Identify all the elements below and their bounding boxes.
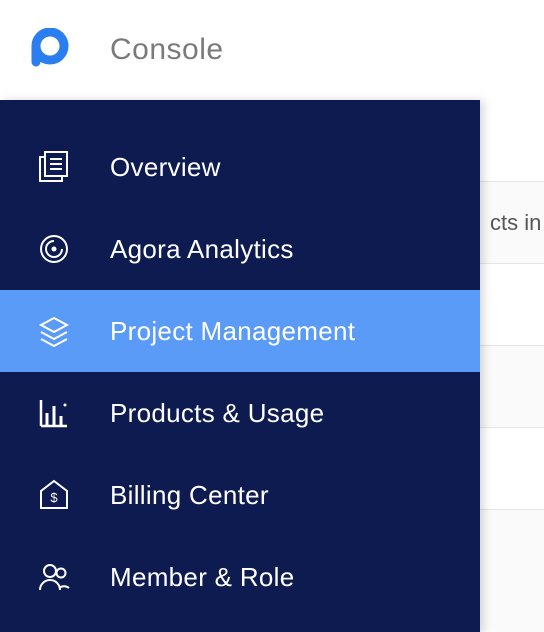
agora-logo-icon	[28, 28, 72, 72]
sidebar-item-project[interactable]: Project Management	[0, 290, 480, 372]
sidebar-item-billing[interactable]: $ Billing Center	[0, 454, 480, 536]
content-row: cts in	[480, 182, 544, 264]
content-row	[480, 100, 544, 182]
users-icon	[36, 559, 72, 595]
sidebar-item-label: Billing Center	[110, 480, 269, 511]
header: Console	[0, 0, 544, 100]
analytics-icon	[36, 231, 72, 267]
svg-text:$: $	[50, 490, 58, 505]
billing-icon: $	[36, 477, 72, 513]
header-title: Console	[110, 33, 224, 67]
sidebar-item-overview[interactable]: Overview	[0, 126, 480, 208]
logo	[28, 28, 72, 72]
layers-icon	[36, 313, 72, 349]
sidebar-item-label: Member & Role	[110, 562, 295, 593]
sidebar-item-analytics[interactable]: Agora Analytics	[0, 208, 480, 290]
sidebar-item-label: Agora Analytics	[110, 234, 294, 265]
overview-icon	[36, 149, 72, 185]
content-peek: cts in	[480, 100, 544, 632]
content-row	[480, 264, 544, 346]
chart-icon	[36, 395, 72, 431]
sidebar-item-member[interactable]: Member & Role	[0, 536, 480, 618]
sidebar: Overview Agora Analytics Project Managem…	[0, 100, 480, 632]
content-row	[480, 346, 544, 428]
sidebar-item-label: Overview	[110, 152, 221, 183]
sidebar-item-label: Project Management	[110, 316, 355, 347]
content-row	[480, 428, 544, 510]
sidebar-item-products[interactable]: Products & Usage	[0, 372, 480, 454]
sidebar-item-label: Products & Usage	[110, 398, 324, 429]
